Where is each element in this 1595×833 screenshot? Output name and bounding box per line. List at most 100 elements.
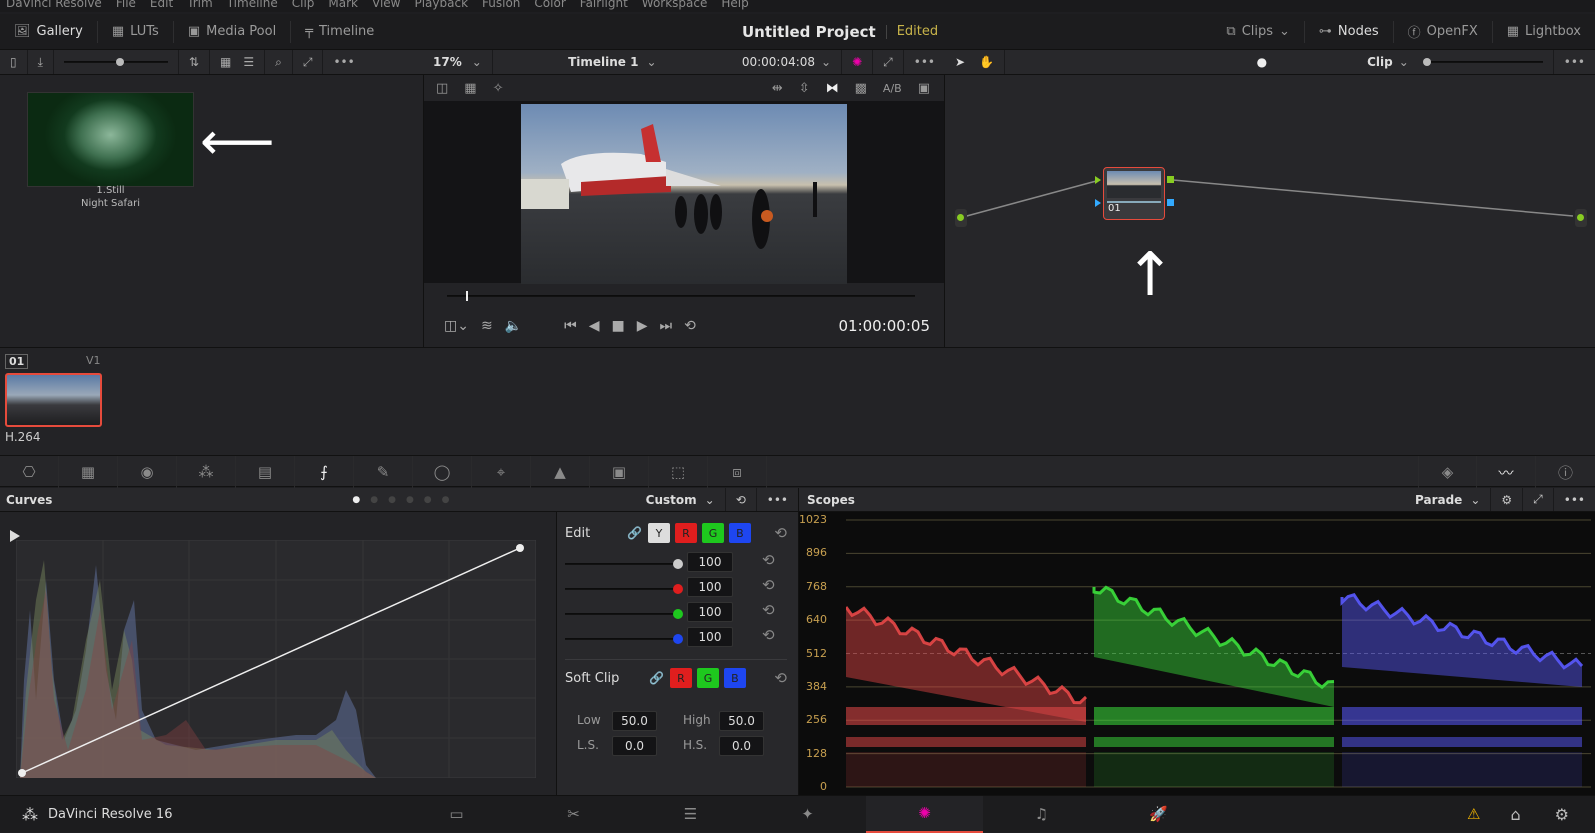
play-icon[interactable]: ▶ xyxy=(637,318,648,334)
slider-handle[interactable] xyxy=(673,559,683,569)
color-page-icon[interactable]: ✺ xyxy=(866,795,983,833)
settings-gear-icon[interactable]: ⚙ xyxy=(1555,805,1569,824)
hs-input[interactable]: 0.0 xyxy=(719,736,764,756)
blur-icon[interactable]: ▲ xyxy=(531,456,590,488)
expand-icon[interactable]: ⤢ xyxy=(1523,488,1554,511)
hand-icon[interactable]: ✋ xyxy=(979,55,994,69)
reverse-icon[interactable]: ◀ xyxy=(589,318,600,334)
motion-effects-icon[interactable]: ▤ xyxy=(236,456,295,488)
sizing-icon[interactable]: ⬚ xyxy=(649,456,708,488)
gallery-button[interactable]: 🖼 Gallery xyxy=(0,20,98,43)
keyframes-icon[interactable]: ◈ xyxy=(1418,456,1477,488)
node-mode-dropdown[interactable]: Clip ⌄ xyxy=(1367,55,1409,69)
scopes-icon[interactable]: 〰 xyxy=(1477,456,1536,488)
lightbox-button[interactable]: ▦ Lightbox xyxy=(1493,21,1595,43)
fairlight-page-icon[interactable]: ♫ xyxy=(983,796,1100,833)
fullscreen-icon[interactable]: ⤢ xyxy=(873,50,904,74)
channel-value-input[interactable]: 100 xyxy=(687,577,733,597)
bowtie-icon[interactable]: ⧓ xyxy=(826,81,839,96)
channel-slider[interactable] xyxy=(565,559,683,569)
ab-toggle[interactable]: A/B xyxy=(883,82,902,95)
magic-wand-icon[interactable]: ✧ xyxy=(493,81,504,96)
zoom-dropdown[interactable]: 17% ⌄ xyxy=(423,50,493,74)
qualifier-icon[interactable]: ✎ xyxy=(354,456,413,488)
more-icon[interactable]: ••• xyxy=(904,50,945,74)
cut-page-icon[interactable]: ✂ xyxy=(515,796,632,833)
menu-mark[interactable]: Mark xyxy=(328,0,358,12)
volume-icon[interactable]: 🔈 xyxy=(505,318,522,334)
page-dot-icon[interactable]: ● xyxy=(1257,55,1267,69)
nodes-button[interactable]: ⊶ Nodes xyxy=(1305,20,1394,43)
checker-icon[interactable]: ▩ xyxy=(855,81,867,96)
vertical-wipe-icon[interactable]: ⇳ xyxy=(799,81,810,96)
layers-icon[interactable]: ≋ xyxy=(481,318,493,334)
split-wipe-icon[interactable]: ⇹ xyxy=(772,81,783,96)
menu-playback[interactable]: Playback xyxy=(414,0,468,12)
curve-mode-dots[interactable]: ●●●●●● xyxy=(352,495,459,505)
edit-page-icon[interactable]: ☰ xyxy=(632,796,749,833)
reset-icon[interactable]: ⟲ xyxy=(762,576,775,594)
overlay-icon[interactable]: ▣ xyxy=(918,81,930,96)
link-icon[interactable]: 🔗 xyxy=(627,526,642,540)
media-page-icon[interactable]: ▭ xyxy=(398,796,515,833)
color-wheels-icon[interactable]: ◉ xyxy=(118,456,177,488)
grab-still-icon[interactable]: ⤓ xyxy=(28,50,54,74)
single-viewer-icon[interactable]: ◫ xyxy=(436,81,448,96)
channel-b-button[interactable]: B xyxy=(728,523,751,543)
menu-workspace[interactable]: Workspace xyxy=(642,0,708,12)
channel-value-input[interactable]: 100 xyxy=(687,552,733,572)
slider-handle[interactable] xyxy=(673,609,683,619)
menu-edit[interactable]: Edit xyxy=(150,0,173,12)
curves-graph[interactable] xyxy=(16,540,536,778)
timeline-button[interactable]: ╤ Timeline xyxy=(291,21,388,43)
node-zoom-slider[interactable] xyxy=(1422,58,1543,66)
menu-file[interactable]: File xyxy=(116,0,136,12)
more-icon[interactable]: ••• xyxy=(323,50,364,74)
channel-g-button[interactable]: G xyxy=(701,523,724,543)
scrubber[interactable] xyxy=(447,291,915,301)
pointer-icon[interactable]: ➤ xyxy=(955,55,965,69)
warning-icon[interactable]: ⚠ xyxy=(1467,805,1480,823)
scope-settings-icon[interactable]: ⚙ xyxy=(1491,488,1524,511)
skip-start-icon[interactable]: ⏮ xyxy=(564,318,577,334)
color-wheel-icon[interactable]: ✺ xyxy=(842,50,874,74)
menu-color[interactable]: Color xyxy=(534,0,565,12)
tracker-icon[interactable]: ⌖ xyxy=(472,456,531,488)
curves-icon[interactable]: ⨍ xyxy=(295,456,354,488)
window-icon[interactable]: ◯ xyxy=(413,456,472,488)
node-editor[interactable]: 01 ↑ xyxy=(945,75,1595,347)
fusion-page-icon[interactable]: ✦ xyxy=(749,796,866,833)
reset-icon[interactable]: ⟲ xyxy=(774,524,787,542)
high-input[interactable]: 50.0 xyxy=(719,711,764,731)
curve-handle-icon[interactable] xyxy=(10,530,20,542)
menu-help[interactable]: Help xyxy=(721,0,748,12)
curves-preset-dropdown[interactable]: Custom ⌄ xyxy=(636,488,726,511)
duration-dropdown[interactable]: 00:00:04:08 ⌄ xyxy=(732,50,843,74)
menu-fusion[interactable]: Fusion xyxy=(482,0,520,12)
skip-end-icon[interactable]: ⏭ xyxy=(660,318,673,334)
expand-icon[interactable]: ⤢ xyxy=(293,50,324,74)
reset-all-icon[interactable]: ⟲ xyxy=(726,488,757,511)
camera-raw-icon[interactable]: ⎔ xyxy=(0,456,59,488)
menu-timeline[interactable]: Timeline xyxy=(227,0,278,12)
curve-point-white[interactable] xyxy=(516,544,524,552)
reset-icon[interactable]: ⟲ xyxy=(762,626,775,644)
menu-clip[interactable]: Clip xyxy=(292,0,315,12)
split-viewer-icon[interactable]: ▦ xyxy=(464,81,476,96)
node-01[interactable]: 01 xyxy=(1103,167,1165,220)
channel-slider[interactable] xyxy=(565,634,683,644)
color-match-icon[interactable]: ▦ xyxy=(59,456,118,488)
thumb-size-slider[interactable] xyxy=(54,50,179,74)
reset-icon[interactable]: ⟲ xyxy=(762,551,775,569)
3d-icon[interactable]: ⧈ xyxy=(708,456,767,488)
ls-input[interactable]: 0.0 xyxy=(612,736,657,756)
media-pool-button[interactable]: ▣ Media Pool xyxy=(174,20,292,43)
curve-point-black[interactable] xyxy=(18,769,26,777)
menu-view[interactable]: View xyxy=(372,0,400,12)
channel-value-input[interactable]: 100 xyxy=(687,627,733,647)
home-icon[interactable]: ⌂ xyxy=(1511,805,1521,824)
scope-mode-dropdown[interactable]: Parade ⌄ xyxy=(1405,488,1492,511)
channel-r-button[interactable]: R xyxy=(674,523,697,543)
viewer-mode-icon[interactable]: ◫⌄ xyxy=(444,318,469,334)
sort-icon[interactable]: ⇅ xyxy=(179,50,210,74)
